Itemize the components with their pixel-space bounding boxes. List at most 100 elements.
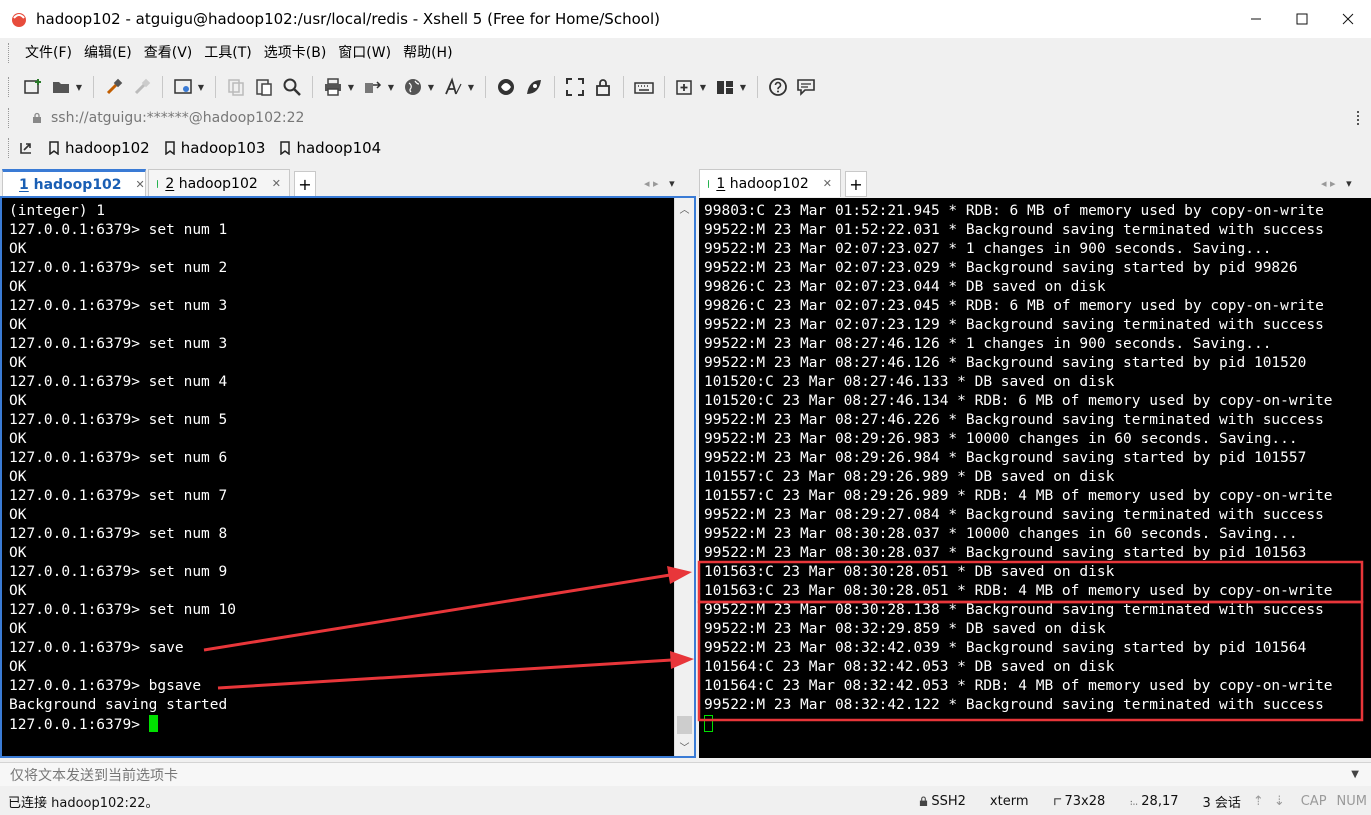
maximize-button[interactable] [1279, 0, 1325, 38]
help-icon [769, 78, 787, 96]
menu-file[interactable]: 文件(F) [19, 38, 78, 68]
paste-button[interactable] [253, 76, 275, 98]
keyboard-button[interactable] [633, 76, 655, 98]
right-terminal-line: 99522:M 23 Mar 08:32:42.122 * Background… [704, 697, 1324, 713]
layout-button[interactable] [714, 76, 736, 98]
disconnect-button[interactable] [131, 76, 153, 98]
bookmark-icon [49, 141, 59, 155]
font-button[interactable] [442, 76, 464, 98]
properties-dropdown[interactable]: ▼ [197, 76, 205, 98]
send-target-dropdown-icon[interactable]: ▼ [1351, 769, 1359, 780]
lock-button[interactable] [592, 76, 614, 98]
menu-tools[interactable]: 工具(T) [198, 38, 257, 68]
links-bar: hadoop102 hadoop103 hadoop104 [0, 134, 1371, 162]
tab-prev-icon[interactable]: ◂ [1321, 177, 1327, 190]
xshell-window: hadoop102 - atguigu@hadoop102:/usr/local… [0, 0, 1371, 815]
plus-icon: + [298, 174, 312, 194]
chat-button[interactable] [795, 76, 817, 98]
links-bar-menu[interactable] [19, 141, 38, 155]
left-terminal-line: OK [9, 545, 27, 561]
reconnect-button[interactable] [103, 76, 125, 98]
transfer-button[interactable] [362, 76, 384, 98]
menu-edit[interactable]: 编辑(E) [78, 38, 138, 68]
new-tab-dropdown[interactable]: ▼ [699, 76, 707, 98]
right-terminal-line: 101563:C 23 Mar 08:30:28.051 * RDB: 4 MB… [704, 583, 1333, 599]
right-terminal-line: 101564:C 23 Mar 08:32:42.053 * RDB: 4 MB… [704, 678, 1333, 694]
left-terminal[interactable]: (integer) 1 127.0.0.1:6379> set num 1 OK 12… [2, 198, 674, 756]
tab-next-icon[interactable]: ▸ [1330, 177, 1336, 190]
menu-window[interactable]: 窗口(W) [332, 38, 397, 68]
open-dropdown[interactable]: ▼ [75, 76, 83, 98]
tab-list-icon[interactable]: ▾ [669, 177, 675, 190]
menu-view[interactable]: 查看(V) [138, 38, 199, 68]
print-dropdown[interactable]: ▼ [347, 76, 355, 98]
xmanager-button[interactable] [523, 76, 545, 98]
right-terminal-line: 99522:M 23 Mar 02:07:23.129 * Background… [704, 317, 1324, 333]
help-button[interactable] [767, 76, 789, 98]
scroll-up-icon[interactable]: ︿ [675, 200, 694, 216]
new-session-button[interactable] [22, 76, 44, 98]
status-up-arrow-icon[interactable]: ⇡ [1253, 794, 1264, 809]
right-terminal-line: 99522:M 23 Mar 08:32:29.859 * DB saved o… [704, 621, 1106, 637]
right-terminal-line: 99522:M 23 Mar 08:27:46.126 * 1 changes … [704, 336, 1272, 352]
connection-status: 已连接 hadoop102:22。 [8, 796, 159, 811]
print-button[interactable] [322, 76, 344, 98]
open-button[interactable] [50, 76, 72, 98]
find-button[interactable] [281, 76, 303, 98]
left-tab-nav[interactable]: ◂ ▸ ▾ [644, 169, 675, 197]
link-arrow-icon [20, 143, 31, 154]
left-terminal-line: OK [9, 431, 27, 447]
unplug-icon [134, 78, 151, 95]
copy-icon [228, 79, 244, 96]
right-terminal-line: 99826:C 23 Mar 02:07:23.045 * RDB: 6 MB … [704, 298, 1324, 314]
lock-icon [33, 112, 41, 123]
copy-button[interactable] [225, 76, 247, 98]
tab-prev-icon[interactable]: ◂ [644, 177, 650, 190]
globe-button[interactable] [402, 76, 424, 98]
menu-help[interactable]: 帮助(H) [397, 38, 458, 68]
globe-dropdown[interactable]: ▼ [427, 76, 435, 98]
tab-right-1[interactable]: 1 hadoop102 ✕ [699, 169, 841, 197]
tab-next-icon[interactable]: ▸ [653, 177, 659, 190]
address-menu-button[interactable] [1351, 107, 1365, 129]
left-terminal-line: OK [9, 355, 27, 371]
tab-list-icon[interactable]: ▾ [1346, 177, 1352, 190]
menu-tabs[interactable]: 选项卡(B) [258, 38, 333, 68]
menu-grip [8, 43, 11, 63]
tab-close-icon[interactable]: ✕ [823, 177, 832, 190]
tab-left-1[interactable]: 1 hadoop102 ✕ [2, 169, 146, 197]
scroll-thumb[interactable] [677, 716, 692, 734]
right-terminal-line: 101557:C 23 Mar 08:29:26.989 * RDB: 4 MB… [704, 488, 1333, 504]
font-dropdown[interactable]: ▼ [467, 76, 475, 98]
printer-icon [325, 78, 341, 96]
right-terminal-line: 99522:M 23 Mar 08:27:46.226 * Background… [704, 412, 1324, 428]
fullscreen-button[interactable] [564, 76, 586, 98]
tab-close-icon[interactable]: ✕ [272, 177, 281, 190]
link-hadoop102[interactable]: hadoop102 [48, 139, 150, 157]
status-down-arrow-icon[interactable]: ⇣ [1274, 794, 1285, 809]
terminal-cursor [148, 715, 158, 732]
right-terminal-line: 99522:M 23 Mar 08:29:27.084 * Background… [704, 507, 1324, 523]
minimize-icon [1251, 18, 1261, 20]
new-tab-button[interactable] [674, 76, 696, 98]
status-bar: 已连接 hadoop102:22。 SSH2 xterm 73x28 28,17… [0, 788, 1371, 815]
left-terminal-scrollbar[interactable]: ︿ ﹀ [674, 198, 694, 756]
right-terminal-line: 99522:M 23 Mar 08:30:28.138 * Background… [704, 602, 1324, 618]
properties-button[interactable] [172, 76, 194, 98]
transfer-dropdown[interactable]: ▼ [387, 76, 395, 98]
add-tab-button-left[interactable]: + [294, 171, 316, 197]
tab-left-2[interactable]: 2 hadoop102 ✕ [148, 169, 290, 197]
scroll-down-icon[interactable]: ﹀ [675, 738, 694, 754]
layout-dropdown[interactable]: ▼ [739, 76, 747, 98]
address-field[interactable]: ssh://atguigu:******@hadoop102:22 [19, 107, 1351, 129]
minimize-button[interactable] [1233, 0, 1279, 38]
close-button[interactable] [1325, 0, 1371, 38]
send-text-bar[interactable]: 仅将文本发送到当前选项卡 ▼ [0, 762, 1371, 786]
right-terminal[interactable]: 99803:C 23 Mar 01:52:21.945 * RDB: 6 MB … [699, 198, 1371, 758]
add-tab-button-right[interactable]: + [845, 171, 867, 197]
xftp-button[interactable] [495, 76, 517, 98]
link-hadoop103[interactable]: hadoop103 [164, 139, 265, 157]
right-tab-nav[interactable]: ◂ ▸ ▾ [1321, 169, 1352, 197]
link-hadoop104[interactable]: hadoop104 [279, 139, 381, 157]
tab-close-icon[interactable]: ✕ [136, 178, 145, 191]
